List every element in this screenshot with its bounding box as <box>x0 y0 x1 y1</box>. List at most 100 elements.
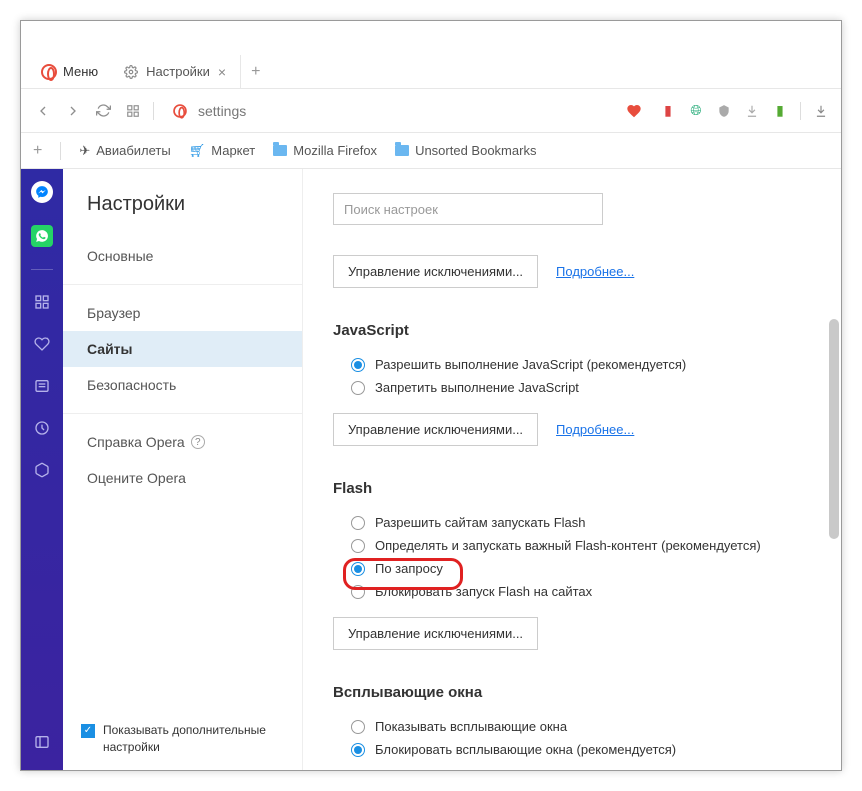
bookmark-label: Маркет <box>211 143 255 158</box>
add-bookmark-button[interactable]: + <box>33 142 42 160</box>
speed-dial-button[interactable] <box>123 101 143 121</box>
nav-separator <box>63 413 302 414</box>
reload-button[interactable] <box>93 101 113 121</box>
plane-icon: ✈ <box>79 143 90 159</box>
titlebar <box>21 21 841 55</box>
manage-exceptions-button[interactable]: Управление исключениями... <box>333 617 538 650</box>
radio-icon <box>351 381 365 395</box>
bookmark-market[interactable]: 🛒︎ Маркет <box>189 143 256 159</box>
content-area: Настройки Основные Браузер Сайты Безопас… <box>21 169 841 770</box>
help-label: Справка Opera <box>87 434 185 450</box>
radio-label: Блокировать запуск Flash на сайтах <box>375 584 592 599</box>
extension-icon-2[interactable]: ▮ <box>772 103 788 119</box>
nav-item-sites[interactable]: Сайты <box>63 331 302 367</box>
nav-item-help[interactable]: Справка Opera? <box>63 424 302 460</box>
section-title: JavaScript <box>333 322 811 339</box>
scrollbar[interactable] <box>829 319 839 539</box>
new-tab-button[interactable]: + <box>241 55 270 88</box>
nav-item-basic[interactable]: Основные <box>63 238 302 274</box>
history-icon[interactable] <box>32 418 52 438</box>
bookmark-label: Unsorted Bookmarks <box>415 143 536 158</box>
manage-exceptions-button[interactable]: Управление исключениями... <box>333 255 538 288</box>
radio-label: Определять и запускать важный Flash-конт… <box>375 538 761 553</box>
download-icon[interactable] <box>744 103 760 119</box>
section-flash: Flash Разрешить сайтам запускать Flash О… <box>333 480 811 650</box>
radio-label: По запросу <box>375 561 443 576</box>
sidebar-toggle-icon[interactable] <box>32 732 52 752</box>
radio-checked-icon <box>351 743 365 757</box>
radio-flash-allow[interactable]: Разрешить сайтам запускать Flash <box>333 511 811 534</box>
radio-js-block[interactable]: Запретить выполнение JavaScript <box>333 376 811 399</box>
back-button[interactable] <box>33 101 53 121</box>
nav-separator <box>63 284 302 285</box>
extensions-icon[interactable] <box>32 460 52 480</box>
bookmarks-bar: + ✈ Авиабилеты 🛒︎ Маркет Mozilla Firefox U… <box>21 133 841 169</box>
forward-button[interactable] <box>63 101 83 121</box>
show-advanced-label: Показывать дополнительные настройки <box>103 722 284 756</box>
tab-title: Настройки <box>146 64 210 79</box>
divider <box>800 102 801 120</box>
menu-label: Меню <box>63 64 98 79</box>
tab-close-icon[interactable]: × <box>218 64 226 80</box>
messenger-icon[interactable] <box>31 181 53 203</box>
opera-logo-icon <box>173 104 187 118</box>
radio-js-allow[interactable]: Разрешить выполнение JavaScript (рекомен… <box>333 353 811 376</box>
radio-popups-show[interactable]: Показывать всплывающие окна <box>333 715 811 738</box>
tab-settings[interactable]: Настройки × <box>110 55 241 88</box>
nav-item-rate[interactable]: Оцените Opera <box>63 460 302 496</box>
divider <box>153 102 154 120</box>
news-icon[interactable] <box>32 376 52 396</box>
cart-icon: 🛒︎ <box>189 143 206 159</box>
bookmark-firefox[interactable]: Mozilla Firefox <box>273 143 377 158</box>
whatsapp-icon[interactable] <box>31 225 53 247</box>
grid-icon[interactable] <box>32 292 52 312</box>
opera-menu-button[interactable]: Меню <box>29 55 110 88</box>
radio-popups-block[interactable]: Блокировать всплывающие окна (рекомендуе… <box>333 738 811 761</box>
radio-icon <box>351 539 365 553</box>
bookmark-label: Mozilla Firefox <box>293 143 377 158</box>
browser-window: Меню Настройки × + settings ▮ 🌐︎ <box>20 20 842 771</box>
section-title: Flash <box>333 480 811 497</box>
folder-icon <box>395 145 409 156</box>
extension-icon-1[interactable]: ▮ <box>660 103 676 119</box>
tab-bar: Меню Настройки × + <box>21 55 841 89</box>
settings-search-input[interactable]: Поиск настроек <box>333 193 603 225</box>
extension-icons: ▮ 🌐︎ ▮ <box>660 102 829 120</box>
learn-more-link[interactable]: Подробнее... <box>556 422 634 437</box>
heart-icon[interactable] <box>626 103 642 119</box>
address-input[interactable]: settings <box>164 99 650 123</box>
section-popups: Всплывающие окна Показывать всплывающие … <box>333 684 811 770</box>
help-icon: ? <box>191 435 205 449</box>
divider <box>60 142 61 160</box>
gear-icon <box>124 65 138 79</box>
radio-flash-block[interactable]: Блокировать запуск Flash на сайтах <box>333 580 811 603</box>
radio-flash-ondemand[interactable]: По запросу <box>333 557 811 580</box>
bookmark-aviabilety[interactable]: ✈ Авиабилеты <box>79 143 170 159</box>
show-advanced-checkbox[interactable]: ✓ Показывать дополнительные настройки <box>63 708 302 756</box>
extension-icon-globe[interactable]: 🌐︎ <box>688 103 704 119</box>
settings-sidebar: Настройки Основные Браузер Сайты Безопас… <box>63 169 303 770</box>
nav-item-browser[interactable]: Браузер <box>63 295 302 331</box>
heart-outline-icon[interactable] <box>32 334 52 354</box>
radio-icon <box>351 516 365 530</box>
radio-label: Разрешить выполнение JavaScript (рекомен… <box>375 357 686 372</box>
radio-flash-detect[interactable]: Определять и запускать важный Flash-конт… <box>333 534 811 557</box>
settings-heading: Настройки <box>63 193 302 238</box>
radio-checked-icon <box>351 358 365 372</box>
extension-icon-shield[interactable] <box>716 103 732 119</box>
bookmark-unsorted[interactable]: Unsorted Bookmarks <box>395 143 536 158</box>
section-javascript: JavaScript Разрешить выполнение JavaScri… <box>333 322 811 446</box>
radio-icon <box>351 720 365 734</box>
address-bar-row: settings ▮ 🌐︎ ▮ <box>21 89 841 133</box>
bookmark-label: Авиабилеты <box>96 143 170 158</box>
manage-exceptions-button[interactable]: Управление исключениями... <box>333 413 538 446</box>
radio-label: Блокировать всплывающие окна (рекомендуе… <box>375 742 676 757</box>
nav-item-security[interactable]: Безопасность <box>63 367 302 403</box>
radio-label: Разрешить сайтам запускать Flash <box>375 515 585 530</box>
learn-more-link[interactable]: Подробнее... <box>556 264 634 279</box>
download-icon-2[interactable] <box>813 103 829 119</box>
checkbox-checked-icon: ✓ <box>81 724 95 738</box>
section-top-partial: Управление исключениями... Подробнее... <box>333 255 811 288</box>
settings-main-pane: Поиск настроек Управление исключениями..… <box>303 169 841 770</box>
radio-checked-icon <box>351 562 365 576</box>
